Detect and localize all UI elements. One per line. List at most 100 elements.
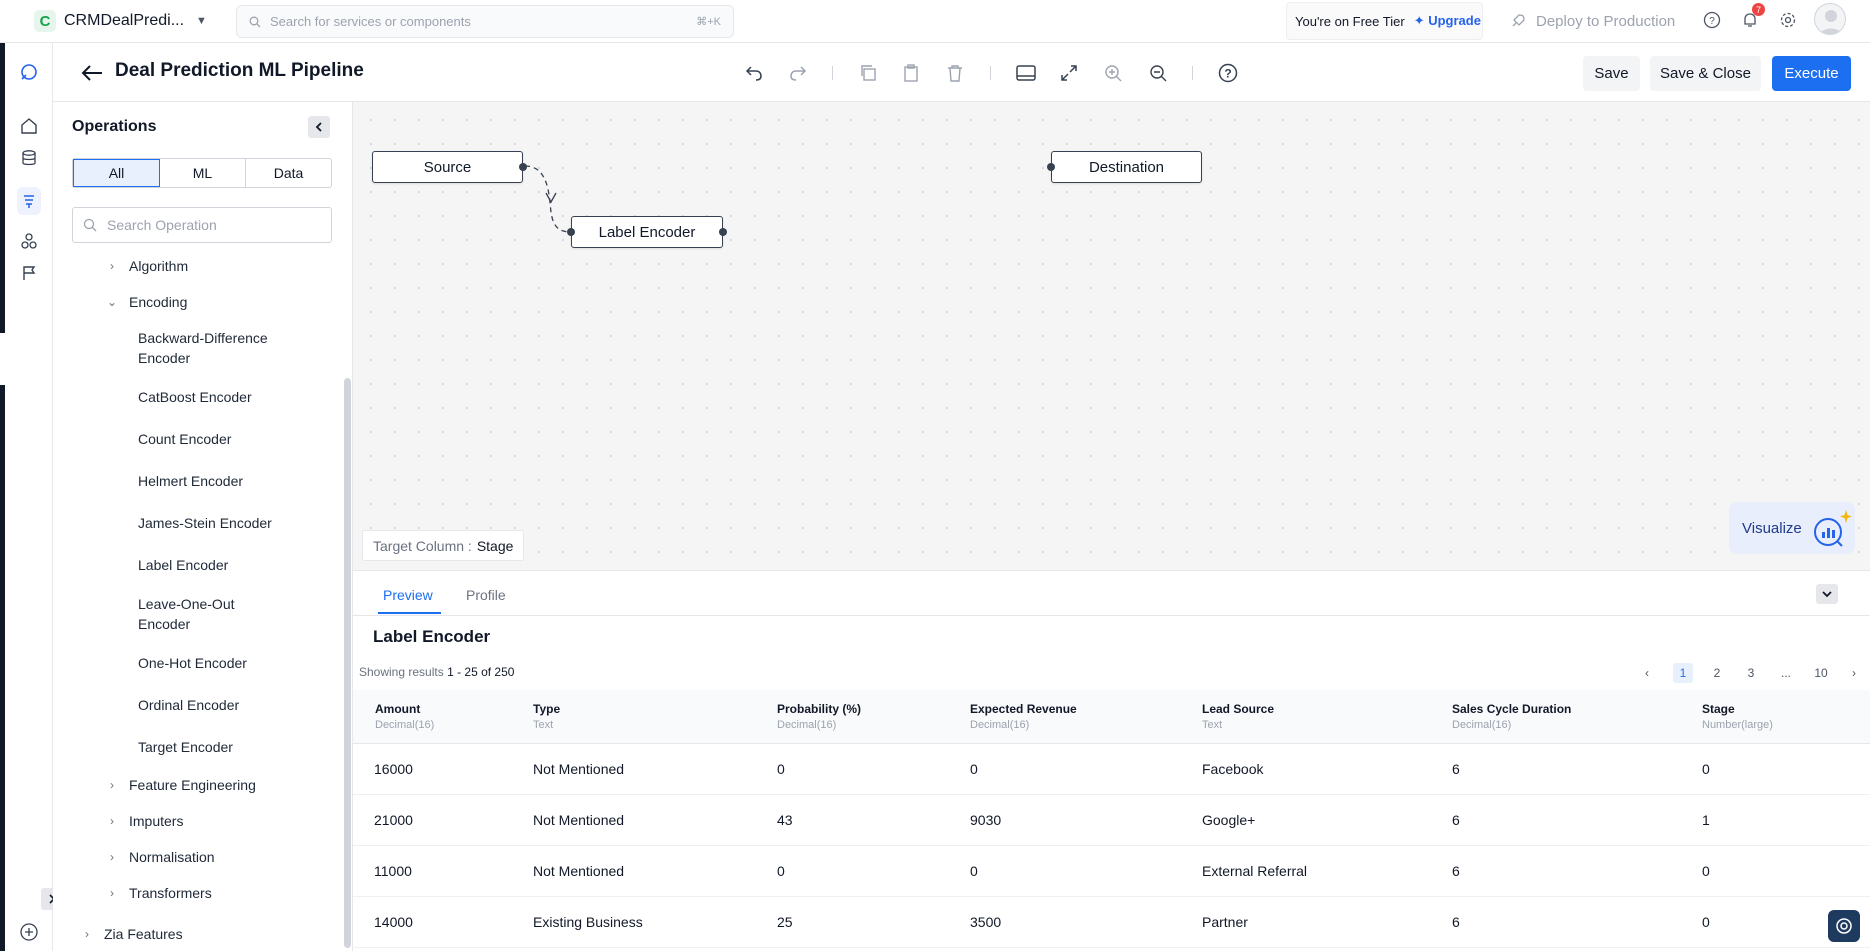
tree-item-feature-engineering[interactable]: › Feature Engineering	[105, 775, 256, 795]
back-arrow-icon[interactable]	[78, 59, 106, 87]
input-port[interactable]	[1047, 163, 1055, 171]
input-port[interactable]	[567, 228, 575, 236]
visualize-button[interactable]: Visualize	[1729, 502, 1855, 554]
collapse-panel-button[interactable]	[308, 116, 330, 138]
tree-item-algorithm[interactable]: › Algorithm	[105, 256, 188, 276]
results-prefix: Showing results	[359, 665, 444, 679]
add-circle-icon[interactable]	[17, 920, 41, 944]
save-close-button[interactable]: Save & Close	[1650, 56, 1761, 91]
pipeline-canvas[interactable]: Source Label Encoder Destination	[353, 102, 1870, 570]
collapse-preview-button[interactable]	[1816, 584, 1838, 604]
chevron-right-icon: ›	[110, 778, 114, 792]
prev-page-icon[interactable]: ‹	[1641, 663, 1653, 683]
project-switcher[interactable]: C CRMDealPredi... ▼	[34, 9, 207, 33]
upgrade-link[interactable]: ✦ Upgrade	[1414, 13, 1481, 29]
copy-icon[interactable]	[855, 60, 881, 86]
sparkle-icon: ✦	[1413, 13, 1425, 28]
table-cell: 0	[777, 863, 785, 879]
table-cell: 11000	[374, 863, 412, 879]
column-header[interactable]: Amount Decimal(16)	[375, 702, 434, 731]
tree-item-label: Imputers	[129, 813, 184, 829]
tree-item-transformers[interactable]: › Transformers	[105, 883, 212, 903]
app-logo-icon[interactable]	[17, 60, 41, 84]
operation-item[interactable]: James-Stein Encoder	[138, 513, 272, 533]
output-port[interactable]	[519, 163, 527, 171]
toolbar-divider	[1192, 66, 1193, 80]
tree-item-imputers[interactable]: › Imputers	[105, 811, 183, 831]
tree-item-normalisation[interactable]: › Normalisation	[105, 847, 215, 867]
column-header[interactable]: Probability (%) Decimal(16)	[777, 702, 861, 731]
column-header[interactable]: Expected Revenue Decimal(16)	[970, 702, 1077, 731]
zoom-in-icon[interactable]	[1100, 60, 1126, 86]
tree-item-encoding[interactable]: ⌄ Encoding	[105, 292, 187, 312]
page-3-button[interactable]: 3	[1741, 663, 1761, 683]
column-type: Number(large)	[1702, 719, 1773, 731]
source-node[interactable]: Source	[372, 151, 527, 183]
filter-data-tab[interactable]: Data	[246, 159, 331, 187]
operation-search-input[interactable]: Search Operation	[72, 207, 332, 243]
filter-all-tab[interactable]: All	[73, 159, 160, 187]
page-10-button[interactable]: 10	[1810, 663, 1832, 683]
column-type: Decimal(16)	[777, 719, 837, 731]
project-badge: C	[34, 10, 56, 32]
operation-item[interactable]: Helmert Encoder	[138, 471, 243, 491]
redo-icon[interactable]	[785, 60, 811, 86]
table-cell: Partner	[1202, 914, 1248, 930]
output-port[interactable]	[719, 228, 727, 236]
database-icon[interactable]	[17, 146, 41, 170]
help-circle-icon[interactable]: ?	[1215, 60, 1241, 86]
column-name: Amount	[375, 702, 421, 716]
operation-item[interactable]: Ordinal Encoder	[138, 695, 239, 715]
tab-preview[interactable]: Preview	[383, 587, 433, 603]
next-page-icon[interactable]: ›	[1848, 663, 1860, 683]
tree-item-label: Algorithm	[129, 258, 189, 274]
tree-item-zia-features[interactable]: › Zia Features	[80, 924, 183, 944]
operation-item[interactable]: Label Encoder	[138, 555, 228, 575]
tier-text: You're on Free Tier	[1295, 13, 1405, 29]
global-search-input[interactable]: Search for services or components ⌘+K	[236, 5, 734, 38]
page-2-button[interactable]: 2	[1707, 663, 1727, 683]
notification-bell-icon[interactable]: 7	[1739, 3, 1765, 31]
save-button[interactable]: Save	[1583, 56, 1640, 91]
search-icon	[83, 218, 97, 232]
execute-button[interactable]: Execute	[1772, 56, 1851, 91]
chat-support-icon[interactable]	[1828, 910, 1860, 942]
pipeline-icon[interactable]	[17, 187, 41, 215]
table-cell: 21000	[374, 812, 413, 828]
table-cell: 0	[1702, 863, 1710, 879]
operation-label: CatBoost Encoder	[138, 389, 252, 405]
operation-item[interactable]: Target Encoder	[138, 737, 233, 757]
models-icon[interactable]	[17, 229, 41, 253]
operation-item[interactable]: Backward-Difference Encoder	[138, 328, 298, 368]
operation-item[interactable]: One-Hot Encoder	[138, 653, 247, 673]
deploy-label: Deploy to Production	[1536, 12, 1676, 30]
operation-label: Backward-Difference Encoder	[138, 330, 268, 366]
page-1-button[interactable]: 1	[1673, 663, 1693, 683]
paste-icon[interactable]	[898, 60, 924, 86]
column-header[interactable]: Lead Source Text	[1202, 702, 1274, 731]
layout-panel-icon[interactable]	[1013, 60, 1039, 86]
settings-gear-icon[interactable]	[1777, 9, 1799, 31]
column-header[interactable]: Stage Number(large)	[1702, 702, 1773, 731]
fit-expand-icon[interactable]	[1056, 60, 1082, 86]
operation-item[interactable]: Count Encoder	[138, 429, 231, 449]
column-header[interactable]: Sales Cycle Duration Decimal(16)	[1452, 702, 1571, 731]
delete-trash-icon[interactable]	[942, 60, 968, 86]
operation-item[interactable]: CatBoost Encoder	[138, 387, 252, 407]
operations-scrollbar[interactable]	[344, 378, 351, 948]
zoom-out-icon[interactable]	[1145, 60, 1171, 86]
label-encoder-node[interactable]: Label Encoder	[567, 216, 727, 248]
user-avatar[interactable]	[1814, 3, 1846, 35]
destination-node[interactable]: Destination	[1047, 151, 1202, 183]
deploy-button[interactable]: Deploy to Production	[1510, 10, 1675, 32]
tab-profile[interactable]: Profile	[466, 587, 506, 603]
flag-icon[interactable]	[17, 261, 41, 285]
help-icon[interactable]: ?	[1701, 9, 1723, 31]
operation-item[interactable]: Leave-One-Out Encoder	[138, 594, 268, 634]
table-cell: 0	[777, 761, 785, 777]
operations-title: Operations	[72, 118, 157, 135]
column-header[interactable]: Type Text	[533, 702, 560, 731]
filter-ml-tab[interactable]: ML	[160, 159, 246, 187]
home-icon[interactable]	[17, 114, 41, 138]
undo-icon[interactable]	[741, 60, 767, 86]
